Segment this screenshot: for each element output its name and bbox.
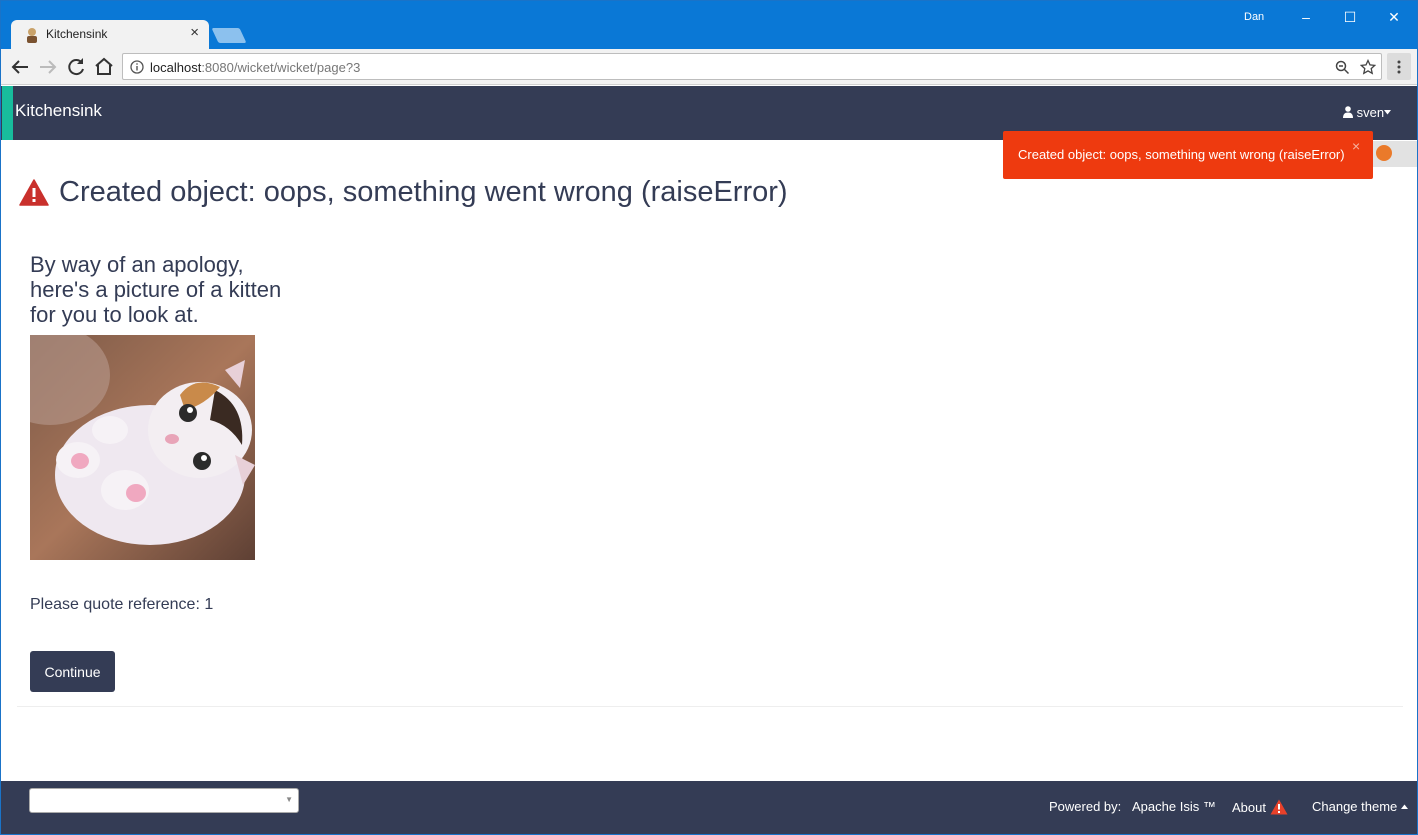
- caret-down-icon: [1384, 110, 1392, 115]
- forward-arrow-icon[interactable]: [36, 55, 60, 79]
- caret-up-icon: [1400, 804, 1408, 809]
- tab-title: Kitchensink: [46, 27, 108, 41]
- kitten-image: [30, 335, 255, 560]
- content-divider: [17, 706, 1403, 707]
- minimize-button[interactable]: –: [1283, 5, 1329, 31]
- change-theme-menu[interactable]: Change theme: [1312, 799, 1408, 814]
- browser-window: Kitchensink × Dan – ☐ ✕ localhost:8080/w…: [0, 0, 1418, 835]
- debug-toggle-icon[interactable]: [1376, 145, 1392, 161]
- navbar-accent-stripe: [2, 86, 13, 140]
- new-tab-button[interactable]: [211, 28, 247, 43]
- about-label: About: [1232, 800, 1266, 815]
- address-bar[interactable]: localhost:8080/wicket/wicket/page?3: [122, 53, 1382, 80]
- maximize-button[interactable]: ☐: [1327, 5, 1373, 31]
- brand-link[interactable]: Kitchensink: [15, 101, 102, 121]
- zoom-icon[interactable]: [1335, 60, 1350, 75]
- tab-close-icon[interactable]: ×: [190, 25, 199, 41]
- apology-text: By way of an apology, here's a picture o…: [30, 252, 282, 327]
- apache-isis-link[interactable]: Apache Isis ™: [1132, 799, 1216, 814]
- home-icon[interactable]: [92, 55, 116, 79]
- browser-toolbar: localhost:8080/wicket/wicket/page?3: [1, 49, 1417, 85]
- favicon-icon: [27, 28, 37, 43]
- toast-message: Created object: oops, something went wro…: [1018, 147, 1345, 162]
- user-icon: [1343, 106, 1353, 118]
- reference-text: Please quote reference: 1: [30, 596, 214, 613]
- browser-tab[interactable]: Kitchensink ×: [11, 20, 209, 49]
- warning-icon: [19, 179, 49, 206]
- title-bar: Kitchensink × Dan – ☐ ✕: [1, 1, 1417, 49]
- page-title: Created object: oops, something went wro…: [59, 176, 788, 208]
- reload-icon[interactable]: [64, 55, 88, 79]
- continue-button[interactable]: Continue: [30, 651, 115, 692]
- info-icon[interactable]: [130, 60, 144, 74]
- error-toast: Created object: oops, something went wro…: [1003, 131, 1373, 179]
- user-name: sven: [1356, 105, 1385, 120]
- select-arrow-icon: ▼: [285, 795, 293, 804]
- url-text[interactable]: localhost:8080/wicket/wicket/page?3: [150, 60, 360, 75]
- change-theme-label: Change theme: [1312, 799, 1398, 814]
- user-menu[interactable]: sven: [1343, 105, 1392, 120]
- powered-by-label: Powered by:: [1049, 799, 1122, 814]
- menu-dots-icon[interactable]: [1387, 53, 1411, 80]
- about-link[interactable]: About: [1232, 799, 1288, 815]
- footer-select[interactable]: ▼: [29, 788, 299, 813]
- app-footer: ▼ Powered by: Apache Isis ™ About Change…: [1, 781, 1417, 834]
- star-icon[interactable]: [1360, 59, 1376, 75]
- toast-close-icon[interactable]: ×: [1352, 138, 1360, 154]
- close-window-button[interactable]: ✕: [1371, 5, 1417, 31]
- warning-icon: [1270, 799, 1288, 815]
- page-heading: Created object: oops, something went wro…: [19, 176, 788, 209]
- back-arrow-icon[interactable]: [8, 55, 32, 79]
- profile-name[interactable]: Dan: [1244, 11, 1264, 23]
